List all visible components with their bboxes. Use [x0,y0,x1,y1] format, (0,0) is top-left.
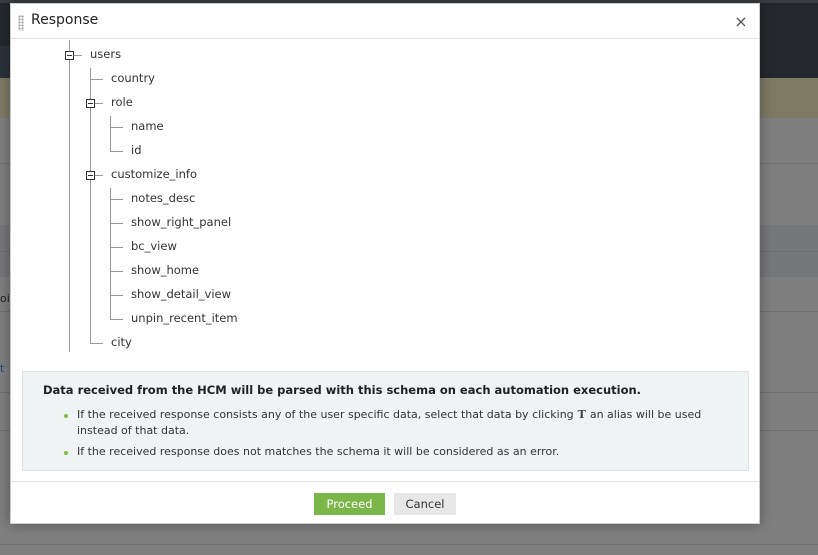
tree-connector [110,127,123,128]
tree-line [110,116,111,152]
tree-connector [110,223,123,224]
tree-line [90,68,91,344]
info-bullet: If the received response consists any of… [64,407,728,439]
tree-node-notes-desc[interactable]: notes_desc [131,191,195,205]
tree-line [110,188,111,320]
schema-tree: users country role name id customize_infonote… [11,40,759,352]
tree-connector [90,343,103,344]
alias-icon: T [577,408,586,421]
tree-node-show-home[interactable]: show_home [131,263,199,277]
info-heading: Data received from the HCM will be parse… [43,383,642,397]
tree-connector [110,199,123,200]
response-dialog: Response × users country role name id customi… [10,3,760,524]
tree-node-show-right-panel[interactable]: show_right_panel [131,215,231,229]
tree-node-users[interactable]: users [90,47,121,61]
tree-node-city[interactable]: city [111,335,132,349]
tree-connector [74,55,82,56]
tree-connector [110,295,123,296]
tree-connector [110,271,123,272]
tree-node-unpin-recent-item[interactable]: unpin_recent_item [131,311,238,325]
tree-node-country[interactable]: country [111,71,155,85]
tree-node-id[interactable]: id [131,143,142,157]
tree-node-role[interactable]: role [111,95,133,109]
dialog-header[interactable]: Response × [11,4,759,39]
dialog-title: Response [31,12,99,28]
background-strip [0,46,10,78]
tree-connector [110,151,123,152]
info-text: If the received response consists any of… [77,408,574,421]
collapse-icon[interactable] [65,51,74,60]
tree-node-bc-view[interactable]: bc_view [131,239,177,253]
proceed-button[interactable]: Proceed [314,493,385,515]
tree-node-show-detail-view[interactable]: show_detail_view [131,287,231,301]
background-link: t [0,362,5,375]
close-icon[interactable]: × [733,12,749,31]
drag-handle-icon[interactable] [18,15,24,31]
background-divider [0,544,818,545]
info-panel: Data received from the HCM will be parse… [22,371,749,471]
tree-line [69,40,70,352]
tree-connector [110,247,123,248]
collapse-icon[interactable] [86,171,95,180]
cancel-button[interactable]: Cancel [394,493,456,515]
collapse-icon[interactable] [86,99,95,108]
tree-node-customize-info[interactable]: customize_info [111,167,197,181]
dialog-footer: Proceed Cancel [11,481,759,524]
tree-connector [110,319,123,320]
tree-connector [90,79,103,80]
tree-node-name[interactable]: name [131,119,164,133]
info-bullet: If the received response does not matche… [64,444,728,460]
